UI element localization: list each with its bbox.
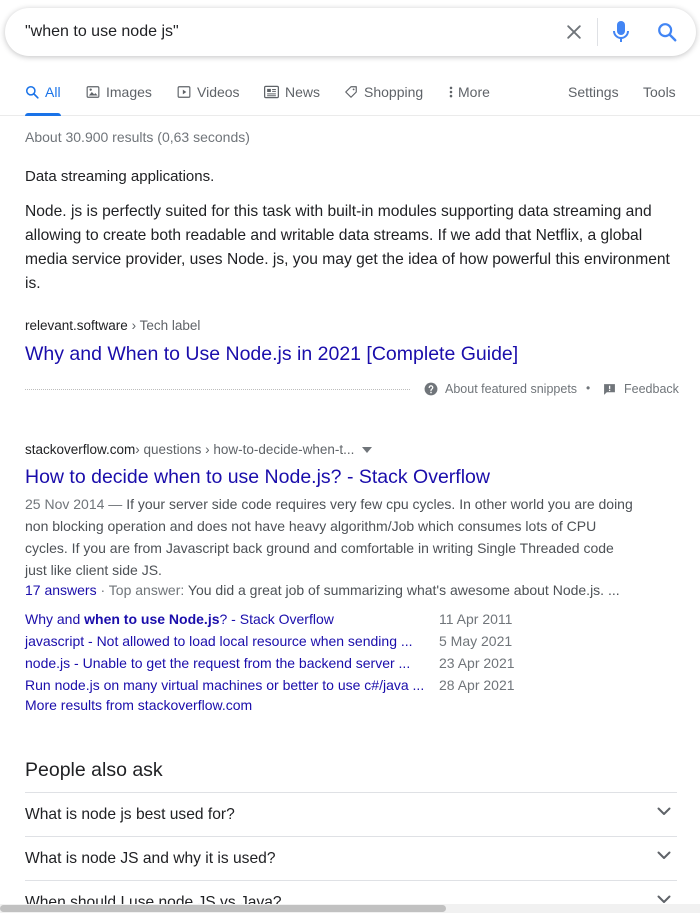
featured-snippet-link[interactable]: Why and When to Use Node.js in 2021 [Com… [25,341,518,367]
result-breadcrumb: › questions › how-to-decide-when-t... [135,442,355,457]
tab-more[interactable]: More [448,74,490,116]
sublink-title[interactable]: node.js - Unable to get the request from… [25,652,410,674]
people-also-ask-list: What is node js best used for? What is n… [25,792,677,913]
result-options-button[interactable] [362,446,373,453]
search-input[interactable] [5,8,551,56]
sublink-row: Why and when to use Node.js? - Stack Ove… [25,608,545,630]
tab-videos[interactable]: Videos [177,74,240,116]
answers-line: 17 answers · Top answer: You did a great… [25,582,665,598]
tab-label: Images [106,84,152,100]
chevron-down-icon [657,895,671,903]
tab-label: Shopping [364,84,424,100]
result-cite: stackoverflow.com › questions › how-to-d… [25,442,373,457]
paa-question-text: What is node js best used for? [25,806,235,823]
top-answer-text: You did a great job of summarizing what'… [187,582,620,598]
sublink-text: Why and [25,611,85,627]
sublink-bold-text: when to use Node.js [84,611,220,627]
sublink-title[interactable]: Run node.js on many virtual machines or … [25,674,424,696]
sublink-title[interactable]: javascript - Not allowed to load local r… [25,630,413,652]
feedback-icon [604,383,615,395]
tab-label: Settings [568,84,619,100]
dotted-divider [25,389,410,390]
source-site: relevant.software [25,318,128,333]
featured-snippet-source: relevant.software › Tech label [25,318,200,333]
result-snippet: 25 Nov 2014 — If your server side code r… [25,493,635,581]
answers-count-link[interactable]: 17 answers [25,582,97,598]
paa-question[interactable]: What is node js best used for? [25,792,677,836]
microphone-icon [613,21,629,42]
tab-news[interactable]: News [264,74,320,116]
sublink-date: 28 Apr 2021 [439,677,515,693]
source-breadcrumb: › Tech label [127,318,201,333]
help-icon [424,382,438,396]
sublink-text: javascript - Not allowed to load local r… [25,633,413,649]
sublink-row: node.js - Unable to get the request from… [25,652,545,674]
sublink-row: Run node.js on many virtual machines or … [25,674,545,696]
featured-snippet-heading: Data streaming applications. [25,168,215,185]
feedback-link[interactable]: Feedback [603,382,679,396]
clear-search-button[interactable] [551,8,597,56]
about-featured-snippets-label: About featured snippets [445,382,578,396]
result-date-separator: — [104,496,127,512]
results-stats: About 30.900 results (0,63 seconds) [25,129,250,145]
result-site: stackoverflow.com [25,442,136,457]
search-button[interactable] [644,8,690,56]
tab-shopping[interactable]: Shopping [344,74,423,116]
more-results-link[interactable]: More results from stackoverflow.com [25,697,252,713]
tab-label: More [458,84,490,100]
tab-all[interactable]: All [25,74,61,116]
close-icon [567,25,581,39]
people-also-ask-heading: People also ask [25,759,163,781]
sublink-date: 5 May 2021 [439,633,513,649]
caret-down-icon [362,446,373,453]
result-title-link[interactable]: How to decide when to use Node.js? - Sta… [25,464,490,490]
about-featured-snippets-link[interactable]: About featured snippets [424,382,577,396]
sublink-date: 11 Apr 2011 [439,611,513,627]
featured-snippet-body: Node. js is perfectly suited for this ta… [25,203,670,292]
video-icon [177,86,191,98]
feedback-label: Feedback [624,382,679,396]
result-date: 25 Nov 2014 [25,496,105,512]
paa-question[interactable]: What is node JS and why it is used? [25,836,677,880]
search-bar [5,8,696,56]
sublink-date: 23 Apr 2021 [439,655,515,671]
paa-question-text: What is node JS and why it is used? [25,850,276,867]
featured-snippet-footer: About featured snippets • Feedback [25,380,679,400]
more-vert-icon [449,86,453,98]
image-icon [86,86,100,98]
tab-settings[interactable]: Settings [568,74,619,116]
chevron-down-icon [657,851,671,859]
tag-icon [345,86,357,98]
news-icon [264,85,279,99]
tab-label: Tools [643,84,676,100]
top-answer-label: · Top answer: [96,582,188,598]
sublink-text: node.js - Unable to get the request from… [25,655,411,671]
footer-separator: • [586,381,591,395]
tab-tools[interactable]: Tools [643,74,676,116]
search-icon [25,85,39,99]
horizontal-scrollbar[interactable] [0,904,700,913]
tab-label: News [285,84,321,100]
chevron-down-icon [657,807,671,815]
search-icon [658,23,677,42]
voice-search-button[interactable] [598,8,644,56]
tab-label: All [45,84,61,100]
search-tabs: All Images Videos News Shopping More Set… [0,74,700,116]
tab-images[interactable]: Images [86,74,152,116]
scrollbar-thumb[interactable] [0,905,446,912]
sublink-text: ? - Stack Overflow [219,611,334,627]
sublink-title[interactable]: Why and when to use Node.js? - Stack Ove… [25,608,334,630]
sublink-text: Run node.js on many virtual machines or … [25,677,425,693]
tab-label: Videos [197,84,240,100]
sublink-row: javascript - Not allowed to load local r… [25,630,545,652]
result-sublinks: Why and when to use Node.js? - Stack Ove… [25,608,545,696]
